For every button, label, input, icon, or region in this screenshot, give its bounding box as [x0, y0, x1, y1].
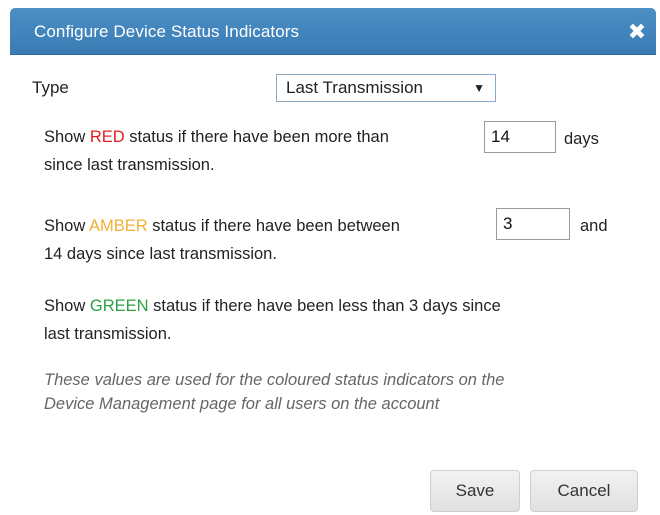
red-rule-suffix-line2: since last transmission.: [44, 156, 215, 174]
info-note: These values are used for the coloured s…: [44, 368, 644, 416]
cancel-button[interactable]: Cancel: [530, 470, 638, 512]
info-note-line2: Device Management page for all users on …: [44, 395, 440, 413]
amber-status-word: AMBER: [88, 217, 148, 235]
green-rule-rest: status if there have been less than 3 da…: [148, 297, 501, 315]
amber-rule-middle: status if there have been between: [147, 217, 400, 235]
green-rule-text: Show GREEN status if there have been les…: [44, 292, 624, 348]
red-rule-prefix: Show: [44, 128, 90, 146]
info-note-line1: These values are used for the coloured s…: [44, 371, 505, 389]
close-icon[interactable]: ✖: [626, 21, 648, 43]
amber-days-input[interactable]: [496, 208, 570, 240]
type-selected-value: Last Transmission: [286, 78, 423, 97]
amber-rule-and-label: and: [580, 217, 608, 235]
red-status-word: RED: [89, 128, 125, 146]
amber-rule-suffix-line2: 14 days since last transmission.: [44, 245, 277, 263]
red-days-input[interactable]: [484, 121, 556, 153]
red-rule-days-label: days: [564, 130, 599, 148]
green-status-word: GREEN: [89, 297, 149, 315]
dialog-title: Configure Device Status Indicators: [34, 22, 300, 41]
type-label: Type: [32, 78, 69, 97]
configure-status-dialog: Configure Device Status Indicators ✖ Typ…: [0, 0, 660, 515]
dialog-titlebar: Configure Device Status Indicators ✖: [10, 8, 656, 55]
red-rule-middle: status if there have been more than: [124, 128, 389, 146]
chevron-down-icon: ▼: [473, 81, 485, 95]
green-rule-line2: last transmission.: [44, 325, 172, 343]
green-rule-prefix: Show: [44, 297, 90, 315]
save-button[interactable]: Save: [430, 470, 520, 512]
type-select[interactable]: Last Transmission ▼: [276, 74, 496, 102]
amber-rule-prefix: Show: [44, 217, 89, 235]
